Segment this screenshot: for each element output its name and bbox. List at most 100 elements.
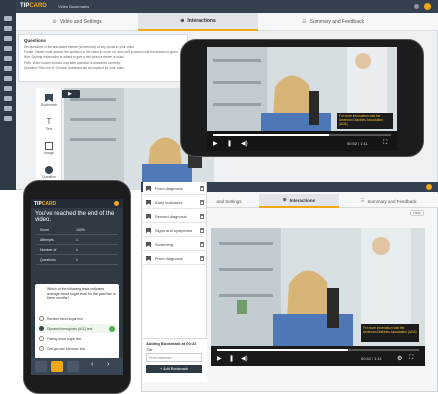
summary-icon: ☰ xyxy=(360,198,365,203)
trash-icon[interactable] xyxy=(200,186,204,191)
bookmark-icon xyxy=(146,200,151,205)
bookmark-item[interactable]: Early indicators xyxy=(143,196,207,209)
phone-landscape-video[interactable]: For more information visit the American … xyxy=(207,47,397,151)
tool-text[interactable]: T Text xyxy=(38,116,60,136)
tab-summary-feedback[interactable]: ☰ Summary and Feedback xyxy=(339,194,438,208)
tab-video-settings[interactable]: ⚙ Video and Settings xyxy=(16,13,138,31)
tablet-video-player[interactable]: For more information visit the American … xyxy=(211,228,425,366)
settings-icon[interactable]: ⚙ xyxy=(397,355,402,362)
phone-avatar-icon[interactable] xyxy=(114,201,119,206)
stat-row: Number of 1 xyxy=(36,245,118,255)
bookmark-icon xyxy=(146,242,151,247)
interactions-icon: ⊕ xyxy=(282,197,287,202)
tablet-avatar-icon[interactable] xyxy=(426,184,432,190)
play-icon: ▶ xyxy=(68,91,72,97)
play-icon[interactable]: ▶ xyxy=(217,355,222,362)
search-icon[interactable] xyxy=(4,26,12,31)
gear-icon: ⚙ xyxy=(52,19,57,25)
tool-column: Bookmark T Text Image Question xyxy=(36,88,62,190)
video-play-chip[interactable]: ▶ xyxy=(62,90,80,98)
tablet-video-progress-track[interactable] xyxy=(217,349,419,351)
question-card: Which of the following tests indicates a… xyxy=(35,284,119,360)
users-icon[interactable] xyxy=(4,56,12,61)
cards-icon[interactable] xyxy=(4,46,12,51)
fullscreen-icon[interactable]: ⛶ xyxy=(383,140,387,147)
trash-icon[interactable] xyxy=(200,200,204,205)
lab-scene-image xyxy=(211,228,425,366)
add-bookmark-button[interactable]: + Add Bookmark xyxy=(146,365,202,373)
fullscreen-icon[interactable]: ⛶ xyxy=(409,355,413,362)
add-bookmark-form: Adding Bookmark at 00:22 Title Prom diab… xyxy=(143,338,207,382)
next-icon[interactable]: › xyxy=(107,361,109,368)
answer-option[interactable]: Oral glucose tolerance test xyxy=(39,344,117,353)
play-icon[interactable]: ▶ xyxy=(213,140,218,147)
answer-option-selected[interactable]: Glycated hemoglobin (A1C) test xyxy=(39,324,117,333)
questions-panel: Questions Set questions in the annotated… xyxy=(18,34,188,82)
trash-icon[interactable] xyxy=(200,242,204,247)
radio-icon xyxy=(39,316,44,321)
questions-title: Questions xyxy=(24,38,47,43)
bookmark-item[interactable]: Prom diagnosis xyxy=(143,182,207,195)
summary-icon: ☰ xyxy=(302,19,307,25)
user-avatar-icon[interactable] xyxy=(424,3,431,10)
correct-check-icon xyxy=(109,325,115,332)
notification-icon[interactable] xyxy=(414,4,419,9)
home-icon[interactable] xyxy=(51,361,63,372)
phone-bottom-nav: ‹ › xyxy=(31,358,123,375)
tool-bookmark[interactable]: Bookmark xyxy=(38,92,60,112)
bell-icon[interactable] xyxy=(4,116,12,121)
tab-summary-feedback[interactable]: ☰ Summary and Feedback xyxy=(258,13,408,31)
answer-option[interactable]: Random blood sugar test xyxy=(39,314,117,323)
menu-icon[interactable] xyxy=(4,16,12,21)
home-icon[interactable] xyxy=(4,36,12,41)
bookmark-icon[interactable]: ❚ xyxy=(227,140,232,147)
help-button[interactable]: Help xyxy=(410,210,424,216)
menu-icon[interactable] xyxy=(35,361,47,372)
radio-checked-icon xyxy=(39,326,44,331)
volume-icon[interactable]: ◀) xyxy=(241,140,248,147)
video-caption: For more information visit the American … xyxy=(363,326,417,334)
question-text: Which of the following tests indicates a… xyxy=(47,287,116,300)
tablet-video-progress-fill xyxy=(217,349,349,351)
tab-interactions[interactable]: ⊕ Interactions xyxy=(259,194,339,208)
bookmark-title-input[interactable]: Prom diabetes xyxy=(146,353,202,362)
left-sidebar xyxy=(0,0,16,190)
video-caption: For more information visit the American … xyxy=(339,114,383,126)
trash-icon[interactable] xyxy=(200,256,204,261)
bookmark-icon[interactable] xyxy=(67,361,79,372)
tool-image[interactable]: Image xyxy=(38,140,60,160)
video-icon[interactable] xyxy=(4,76,12,81)
bookmark-item[interactable]: Second diagnosis xyxy=(143,210,207,223)
trash-icon[interactable] xyxy=(200,214,204,219)
phone-video-progress-track[interactable] xyxy=(213,134,391,136)
chart-icon[interactable] xyxy=(4,66,12,71)
bookmark-item[interactable]: Signs and symptoms xyxy=(143,224,207,237)
previous-icon[interactable]: ‹ xyxy=(91,361,93,368)
stat-row: Score 100% xyxy=(36,225,118,235)
folder-icon[interactable] xyxy=(4,86,12,91)
bookmark-icon xyxy=(45,94,53,102)
tab-video-settings[interactable]: and Settings xyxy=(199,194,259,208)
trash-icon[interactable] xyxy=(200,228,204,233)
settings-icon[interactable] xyxy=(4,96,12,101)
radio-icon xyxy=(39,346,44,351)
bookmark-icon[interactable]: ❚ xyxy=(229,355,234,362)
app-logo: TIPCARD xyxy=(34,201,57,207)
tab-interactions[interactable]: ⊕ Interactions xyxy=(138,13,258,31)
add-bookmark-heading: Adding Bookmark at 00:22 xyxy=(146,341,197,346)
end-of-video-title: You've reached the end of the video. xyxy=(35,211,115,223)
answer-option[interactable]: Fasting blood sugar test xyxy=(39,334,117,343)
phone-video-progress-fill xyxy=(213,134,329,136)
help-icon[interactable] xyxy=(4,106,12,111)
page-title: Video Bookmarks xyxy=(58,4,90,9)
results-stats: Score 100% Attempts 1 Number of 1 Questions… xyxy=(36,225,118,270)
bookmark-item[interactable]: Prom diagnosis xyxy=(143,252,207,265)
bookmark-item[interactable]: Screening xyxy=(143,238,207,251)
radio-icon xyxy=(39,336,44,341)
volume-icon[interactable]: ◀) xyxy=(241,355,248,362)
bookmark-icon xyxy=(146,256,151,261)
question-icon xyxy=(45,166,53,174)
video-time: 00:52 / 1:11 xyxy=(361,356,382,361)
video-time: 00:52 / 1:11 xyxy=(347,141,368,146)
bookmark-icon xyxy=(146,214,151,219)
